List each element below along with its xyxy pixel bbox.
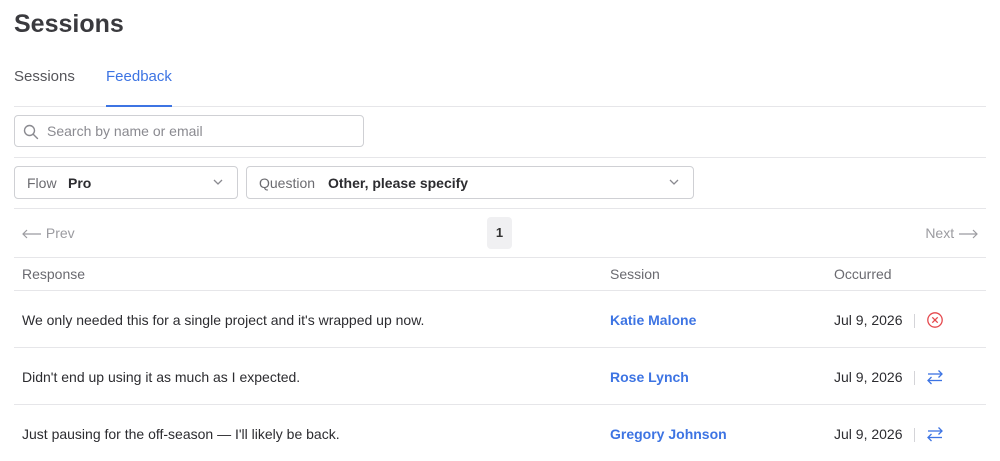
page-title: Sessions <box>14 10 124 38</box>
session-link[interactable]: Gregory Johnson <box>610 426 727 442</box>
separator <box>914 428 915 442</box>
divider <box>14 208 986 209</box>
next-label: Next <box>925 225 955 241</box>
flow-filter-value: Pro <box>68 175 92 191</box>
session-link[interactable]: Katie Malone <box>610 312 696 328</box>
occurred-date: Jul 9, 2026 <box>834 426 903 442</box>
separator <box>914 371 915 385</box>
divider <box>14 257 986 258</box>
chevron-down-icon <box>213 179 223 185</box>
column-header-response: Response <box>22 266 86 282</box>
separator <box>914 314 915 328</box>
search-icon <box>23 124 39 140</box>
table-row: We only needed this for a single project… <box>14 291 986 347</box>
flow-filter-label: Flow <box>27 175 57 191</box>
occurred-date: Jul 9, 2026 <box>834 369 903 385</box>
swap-arrows-icon[interactable] <box>926 425 944 443</box>
chevron-down-icon <box>669 179 679 185</box>
question-filter-select[interactable]: Question Other, please specify <box>246 166 694 199</box>
page-number-button[interactable]: 1 <box>487 217 512 249</box>
occurred-date: Jul 9, 2026 <box>834 312 903 328</box>
swap-arrows-icon[interactable] <box>926 368 944 386</box>
prev-label: Prev <box>45 225 75 241</box>
arrow-right-icon <box>959 229 978 239</box>
table-row: Just pausing for the off-season — I'll l… <box>14 405 986 461</box>
response-text: Just pausing for the off-season — I'll l… <box>22 426 340 442</box>
column-header-session: Session <box>610 266 660 282</box>
tab-bar: Sessions Feedback <box>14 62 986 107</box>
next-page-button[interactable]: Next <box>925 225 978 241</box>
cancel-circle-icon[interactable] <box>926 311 944 329</box>
divider <box>14 157 986 158</box>
column-header-occurred: Occurred <box>834 266 892 282</box>
prev-page-button[interactable]: Prev <box>22 225 75 241</box>
table-row: Didn't end up using it as much as I expe… <box>14 348 986 404</box>
arrow-left-icon <box>22 229 41 239</box>
search-box <box>14 115 364 147</box>
question-filter-value: Other, please specify <box>328 175 469 191</box>
sessions-page: Sessions Sessions Feedback Flow Pro Ques… <box>0 0 1000 461</box>
question-filter-label: Question <box>259 175 316 191</box>
flow-filter-select[interactable]: Flow Pro <box>14 166 238 199</box>
tab-feedback[interactable]: Feedback <box>106 68 172 107</box>
response-text: Didn't end up using it as much as I expe… <box>22 369 301 385</box>
session-link[interactable]: Rose Lynch <box>610 369 689 385</box>
response-text: We only needed this for a single project… <box>22 312 425 328</box>
search-input[interactable] <box>47 117 347 145</box>
tab-sessions[interactable]: Sessions <box>14 68 75 105</box>
